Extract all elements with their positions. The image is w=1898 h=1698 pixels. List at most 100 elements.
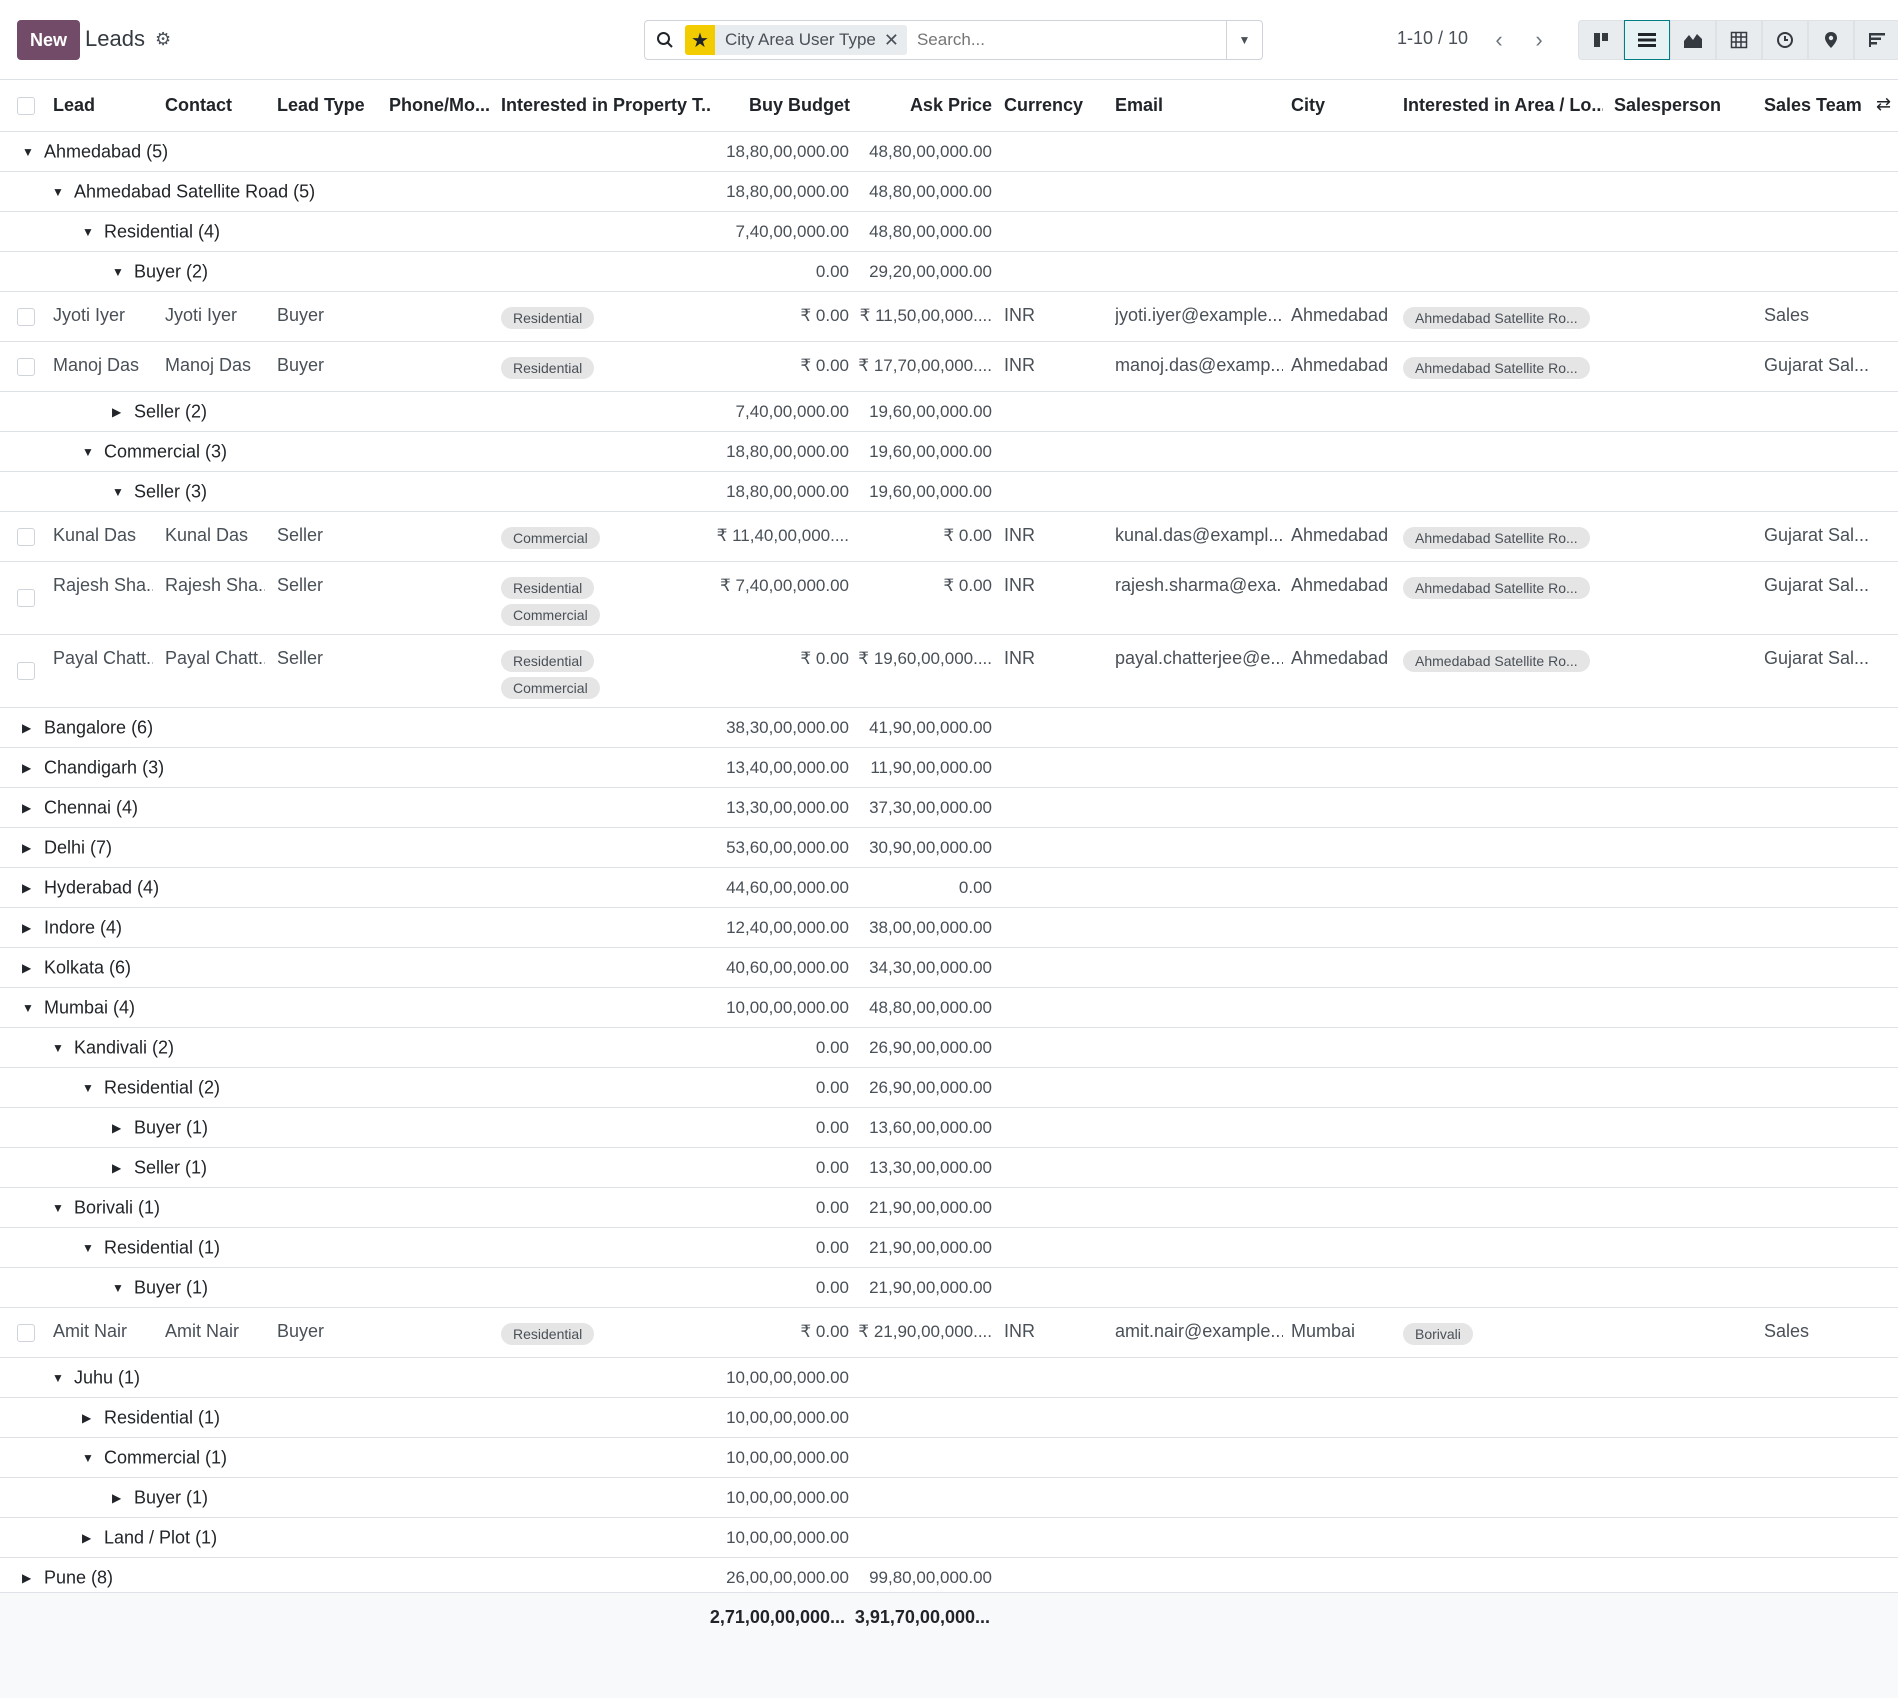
group-row[interactable]: ▼ Ahmedabad Satellite Road (5) 18,80,00,00… — [0, 172, 1898, 212]
table-row[interactable]: Kunal Das Kunal Das Seller INR kunal.das@exa… — [0, 512, 1898, 562]
group-row[interactable]: ▼ Residential (4) 7,40,00,000.00 48,80,00,0… — [0, 212, 1898, 252]
column-header-sales-team[interactable]: Sales Team — [1764, 95, 1874, 116]
column-header-phone[interactable]: Phone/Mo... — [389, 95, 493, 116]
pager-value[interactable]: 1-10 / 10 — [1397, 28, 1468, 49]
group-row[interactable]: ▼ Seller (3) 18,80,00,000.00 19,60,00,000.0… — [0, 472, 1898, 512]
table-row[interactable]: Payal Chatt... Payal Chatt... Seller INR pay… — [0, 635, 1898, 708]
caret-down-icon[interactable]: ▼ — [52, 1201, 64, 1215]
kanban-view-icon[interactable] — [1578, 20, 1624, 60]
gantt-view-icon[interactable] — [1854, 20, 1898, 60]
group-row[interactable]: ▶ Buyer (1) 0.00 13,60,00,000.00 — [0, 1108, 1898, 1148]
caret-down-icon[interactable]: ▼ — [22, 145, 34, 159]
group-ask-price: 48,80,00,000.00 — [869, 142, 992, 161]
caret-down-icon[interactable]: ▼ — [52, 1041, 64, 1055]
group-row[interactable]: ▶ Chandigarh (3) 13,40,00,000.00 11,90,00,0… — [0, 748, 1898, 788]
caret-down-icon[interactable]: ▼ — [52, 1371, 64, 1385]
group-row[interactable]: ▶ Residential (1) 10,00,00,000.00 — [0, 1398, 1898, 1438]
group-row[interactable]: ▼ Buyer (1) 0.00 21,90,00,000.00 — [0, 1268, 1898, 1308]
column-header-email[interactable]: Email — [1115, 95, 1265, 116]
column-header-area[interactable]: Interested in Area / Lo... — [1403, 95, 1603, 116]
caret-right-icon[interactable]: ▶ — [82, 1531, 91, 1545]
group-row[interactable]: ▼ Kandivali (2) 0.00 26,90,00,000.00 — [0, 1028, 1898, 1068]
list-view-icon[interactable] — [1624, 20, 1670, 60]
caret-down-icon[interactable]: ▼ — [82, 1451, 94, 1465]
pivot-view-icon[interactable] — [1716, 20, 1762, 60]
group-row[interactable]: ▼ Residential (1) 0.00 21,90,00,000.00 — [0, 1228, 1898, 1268]
column-header-buy-budget[interactable]: Buy Budget — [720, 95, 850, 116]
search-options-toggle[interactable]: ▼ — [1226, 21, 1262, 59]
column-header-ask-price[interactable]: Ask Price — [860, 95, 992, 116]
caret-down-icon[interactable]: ▼ — [112, 1281, 124, 1295]
row-checkbox[interactable] — [17, 1324, 35, 1342]
caret-down-icon[interactable]: ▼ — [82, 1241, 94, 1255]
activity-view-icon[interactable] — [1762, 20, 1808, 60]
group-row[interactable]: ▶ Bangalore (6) 38,30,00,000.00 41,90,00,00… — [0, 708, 1898, 748]
caret-right-icon[interactable]: ▶ — [112, 405, 121, 419]
group-row[interactable]: ▼ Commercial (3) 18,80,00,000.00 19,60,00,0… — [0, 432, 1898, 472]
caret-right-icon[interactable]: ▶ — [112, 1491, 121, 1505]
group-row[interactable]: ▶ Seller (2) 7,40,00,000.00 19,60,00,000.00 — [0, 392, 1898, 432]
caret-right-icon[interactable]: ▶ — [22, 961, 31, 975]
group-row[interactable]: ▶ Land / Plot (1) 10,00,00,000.00 — [0, 1518, 1898, 1558]
column-header-lead-type[interactable]: Lead Type — [277, 95, 377, 116]
remove-facet-icon[interactable]: ✕ — [884, 30, 907, 51]
caret-down-icon[interactable]: ▼ — [82, 225, 94, 239]
group-row[interactable]: ▼ Mumbai (4) 10,00,00,000.00 48,80,00,000.0… — [0, 988, 1898, 1028]
area-tag: Ahmedabad Satellite Ro... — [1403, 650, 1590, 672]
column-header-salesperson[interactable]: Salesperson — [1614, 95, 1744, 116]
pager-previous-icon[interactable]: ‹ — [1480, 22, 1518, 58]
group-row[interactable]: ▼ Residential (2) 0.00 26,90,00,000.00 — [0, 1068, 1898, 1108]
caret-down-icon[interactable]: ▼ — [112, 485, 124, 499]
group-row[interactable]: ▶ Seller (1) 0.00 13,30,00,000.00 — [0, 1148, 1898, 1188]
group-row[interactable]: ▶ Indore (4) 12,40,00,000.00 38,00,00,000.0… — [0, 908, 1898, 948]
caret-right-icon[interactable]: ▶ — [22, 841, 31, 855]
group-row[interactable]: ▼ Buyer (2) 0.00 29,20,00,000.00 — [0, 252, 1898, 292]
caret-right-icon[interactable]: ▶ — [22, 881, 31, 895]
caret-down-icon[interactable]: ▼ — [82, 445, 94, 459]
caret-right-icon[interactable]: ▶ — [82, 1411, 91, 1425]
group-row[interactable]: ▶ Buyer (1) 10,00,00,000.00 — [0, 1478, 1898, 1518]
caret-right-icon[interactable]: ▶ — [22, 801, 31, 815]
caret-right-icon[interactable]: ▶ — [112, 1161, 121, 1175]
table-row[interactable]: Rajesh Sha... Rajesh Sha... Seller INR rajes… — [0, 562, 1898, 635]
group-row[interactable]: ▼ Borivali (1) 0.00 21,90,00,000.00 — [0, 1188, 1898, 1228]
caret-down-icon[interactable]: ▼ — [22, 1001, 34, 1015]
search-icon[interactable] — [645, 21, 685, 59]
caret-down-icon[interactable]: ▼ — [52, 185, 64, 199]
group-row[interactable]: ▼ Commercial (1) 10,00,00,000.00 — [0, 1438, 1898, 1478]
caret-down-icon[interactable]: ▼ — [82, 1081, 94, 1095]
search-input[interactable] — [906, 22, 1226, 58]
caret-right-icon[interactable]: ▶ — [22, 1571, 31, 1585]
caret-down-icon[interactable]: ▼ — [112, 265, 124, 279]
new-button[interactable]: New — [17, 20, 80, 60]
graph-view-icon[interactable] — [1670, 20, 1716, 60]
table-row[interactable]: Amit Nair Amit Nair Buyer INR amit.nair@exam… — [0, 1308, 1898, 1358]
table-row[interactable]: Jyoti Iyer Jyoti Iyer Buyer INR jyoti.iyer@e… — [0, 292, 1898, 342]
column-header-lead[interactable]: Lead — [53, 95, 153, 116]
caret-right-icon[interactable]: ▶ — [112, 1121, 121, 1135]
group-row[interactable]: ▶ Kolkata (6) 40,60,00,000.00 34,30,00,000.… — [0, 948, 1898, 988]
map-view-icon[interactable] — [1808, 20, 1854, 60]
caret-right-icon[interactable]: ▶ — [22, 761, 31, 775]
optional-columns-icon[interactable]: ⇄ — [1876, 94, 1898, 115]
gear-icon[interactable]: ⚙ — [155, 29, 171, 50]
row-checkbox[interactable] — [17, 589, 35, 607]
row-checkbox[interactable] — [17, 528, 35, 546]
group-row[interactable]: ▶ Delhi (7) 53,60,00,000.00 30,90,00,000.00 — [0, 828, 1898, 868]
row-checkbox[interactable] — [17, 308, 35, 326]
group-row[interactable]: ▶ Hyderabad (4) 44,60,00,000.00 0.00 — [0, 868, 1898, 908]
group-row[interactable]: ▶ Chennai (4) 13,30,00,000.00 37,30,00,000.… — [0, 788, 1898, 828]
select-all-checkbox[interactable] — [17, 97, 35, 115]
row-checkbox[interactable] — [17, 662, 35, 680]
table-row[interactable]: Manoj Das Manoj Das Buyer INR manoj.das@exam… — [0, 342, 1898, 392]
group-row[interactable]: ▼ Juhu (1) 10,00,00,000.00 — [0, 1358, 1898, 1398]
pager-next-icon[interactable]: › — [1520, 22, 1558, 58]
caret-right-icon[interactable]: ▶ — [22, 721, 31, 735]
column-header-city[interactable]: City — [1291, 95, 1391, 116]
row-checkbox[interactable] — [17, 358, 35, 376]
group-row[interactable]: ▼ Ahmedabad (5) 18,80,00,000.00 48,80,00,00… — [0, 132, 1898, 172]
caret-right-icon[interactable]: ▶ — [22, 921, 31, 935]
column-header-contact[interactable]: Contact — [165, 95, 265, 116]
column-header-property-type[interactable]: Interested in Property T... — [501, 95, 711, 116]
column-header-currency[interactable]: Currency — [1004, 95, 1104, 116]
